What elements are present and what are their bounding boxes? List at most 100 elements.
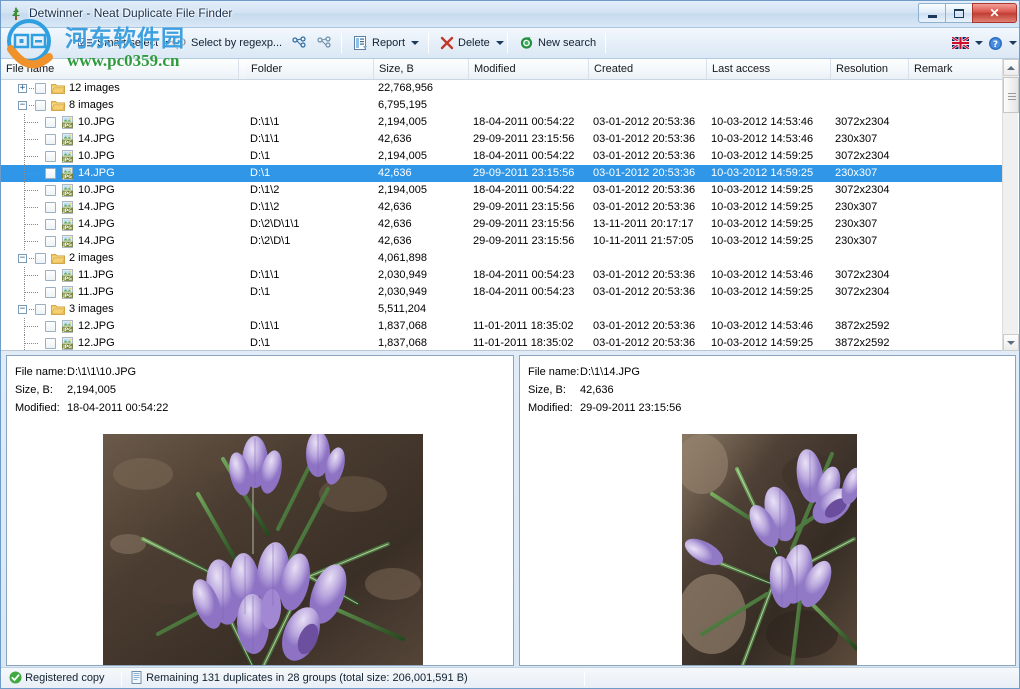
column-header-size[interactable]: Size, B [374,59,469,79]
toolbar-smart-select[interactable]: Smart select [73,31,177,55]
row-checkbox[interactable] [35,83,46,94]
jpg-file-icon: JPG [61,218,74,231]
maximize-button[interactable] [945,3,973,23]
scroll-up-button[interactable] [1003,59,1019,76]
column-header-remark[interactable]: Remark [909,59,1005,79]
toolbar-collapse-all[interactable] [314,31,336,55]
chevron-down-icon[interactable] [975,41,983,45]
cell-resolution: 230x307 [835,131,907,148]
toolbar-language[interactable] [950,31,985,55]
chevron-down-icon[interactable] [411,41,419,45]
row-checkbox[interactable] [45,236,56,247]
cell-size: 2,030,949 [378,267,467,284]
row-checkbox[interactable] [45,219,56,230]
toolbar-delete[interactable]: Delete [435,31,509,55]
svg-text:JPG: JPG [62,208,72,214]
row-checkbox[interactable] [45,151,56,162]
table-row[interactable]: JPG14.JPGD:\1\142,63629-09-2011 23:15:56… [1,131,1006,148]
group-row[interactable]: −2 images4,061,898 [1,250,1006,267]
scrollbar-thumb[interactable] [1003,77,1019,113]
table-row[interactable]: JPG12.JPGD:\1\11,837,06811-01-2011 18:35… [1,318,1006,335]
question-mark-icon: ? [988,36,1003,51]
group-label: 12 images [69,80,120,97]
scroll-down-button[interactable] [1003,334,1019,351]
preview-pane-left[interactable]: File name: D:\1\1\10.JPG Size, B: 2,194,… [6,355,514,666]
row-checkbox[interactable] [45,270,56,281]
column-header-modified[interactable]: Modified [469,59,589,79]
column-header-created[interactable]: Created [589,59,707,79]
right-image-thumbnail[interactable] [682,434,857,666]
collapse-toggle[interactable]: − [18,254,27,263]
toolbar: Smart select Select by regexp... [1,28,1020,59]
cell-modified: 11-01-2011 18:35:02 [473,335,587,351]
table-row[interactable]: JPG10.JPGD:\1\12,194,00518-04-2011 00:54… [1,114,1006,131]
lasso-icon [172,36,187,50]
table-row[interactable]: JPG11.JPGD:\12,030,94918-04-2011 00:54:2… [1,284,1006,301]
report-icon [353,36,368,50]
cell-modified: 18-04-2011 00:54:23 [473,284,587,301]
left-image-thumbnail[interactable] [103,434,423,666]
cell-modified: 29-09-2011 23:15:56 [473,131,587,148]
cell-folder: D:\1 [246,335,374,351]
column-header-folder[interactable]: Folder [246,59,374,79]
row-checkbox[interactable] [45,202,56,213]
list-vertical-scrollbar[interactable] [1002,59,1018,351]
row-checkbox[interactable] [45,287,56,298]
cell-remark [913,182,1003,199]
preview-pane-right[interactable]: File name: D:\1\14.JPG Size, B: 42,636 M… [519,355,1016,666]
table-row[interactable]: JPG14.JPGD:\2\D\142,63629-09-2011 23:15:… [1,233,1006,250]
minimize-button[interactable] [918,3,946,23]
row-checkbox[interactable] [45,117,56,128]
cell-resolution: 230x307 [835,233,907,250]
cell-size: 2,194,005 [378,148,467,165]
row-checkbox[interactable] [45,168,56,179]
row-checkbox[interactable] [45,185,56,196]
column-header-lastaccess[interactable]: Last access [707,59,831,79]
cell-lastaccess: 10-03-2012 14:59:25 [711,199,829,216]
folder-icon [51,100,65,111]
group-row[interactable]: +12 images22,768,956 [1,80,1006,97]
table-row[interactable]: JPG14.JPGD:\2\D\1\142,63629-09-2011 23:1… [1,216,1006,233]
toolbar-new-search[interactable]: New search [514,31,601,55]
file-name-label: 11.JPG [78,267,114,284]
row-checkbox[interactable] [35,100,46,111]
chevron-down-icon[interactable] [1009,41,1017,45]
toolbar-new-search-label: New search [538,37,596,49]
expand-tree-icon [292,36,308,50]
table-row[interactable]: JPG12.JPGD:\11,837,06811-01-2011 18:35:0… [1,335,1006,351]
duplicates-list[interactable]: +12 images22,768,956−8 images6,795,195JP… [1,80,1020,351]
expand-toggle[interactable]: + [18,84,27,93]
cell-remark [913,80,1003,97]
close-button[interactable]: ✕ [972,3,1017,23]
row-checkbox[interactable] [35,304,46,315]
window-controls: ✕ [919,3,1017,23]
toolbar-expand-all[interactable] [289,31,311,55]
collapse-toggle[interactable]: − [18,101,27,110]
column-header-name[interactable]: File name [1,59,239,79]
table-row[interactable]: JPG14.JPGD:\142,63629-09-2011 23:15:5603… [1,165,1006,182]
column-header-resolution[interactable]: Resolution [831,59,909,79]
table-row[interactable]: JPG14.JPGD:\1\242,63629-09-2011 23:15:56… [1,199,1006,216]
toolbar-help[interactable]: ? [986,31,1019,55]
table-row[interactable]: JPG10.JPGD:\1\22,194,00518-04-2011 00:54… [1,182,1006,199]
cell-name: JPG10.JPG [1,148,239,165]
chevron-down-icon[interactable] [496,41,504,45]
group-row[interactable]: −3 images5,511,204 [1,301,1006,318]
cell-lastaccess: 10-03-2012 14:53:46 [711,114,829,131]
group-row[interactable]: −8 images6,795,195 [1,97,1006,114]
row-checkbox[interactable] [45,134,56,145]
row-checkbox[interactable] [45,338,56,349]
row-checkbox[interactable] [35,253,46,264]
collapse-toggle[interactable]: − [18,305,27,314]
cell-name: JPG12.JPG [1,335,239,351]
svg-text:JPG: JPG [62,293,72,299]
toolbar-select-by-regexp[interactable]: Select by regexp... [167,31,287,55]
cell-resolution [835,97,907,114]
cell-size: 2,194,005 [378,114,467,131]
table-row[interactable]: JPG10.JPGD:\12,194,00518-04-2011 00:54:2… [1,148,1006,165]
svg-text:JPG: JPG [62,157,72,163]
row-checkbox[interactable] [45,321,56,332]
table-row[interactable]: JPG11.JPGD:\1\12,030,94918-04-2011 00:54… [1,267,1006,284]
cell-created: 03-01-2012 20:53:36 [593,199,705,216]
toolbar-report[interactable]: Report [348,31,424,55]
